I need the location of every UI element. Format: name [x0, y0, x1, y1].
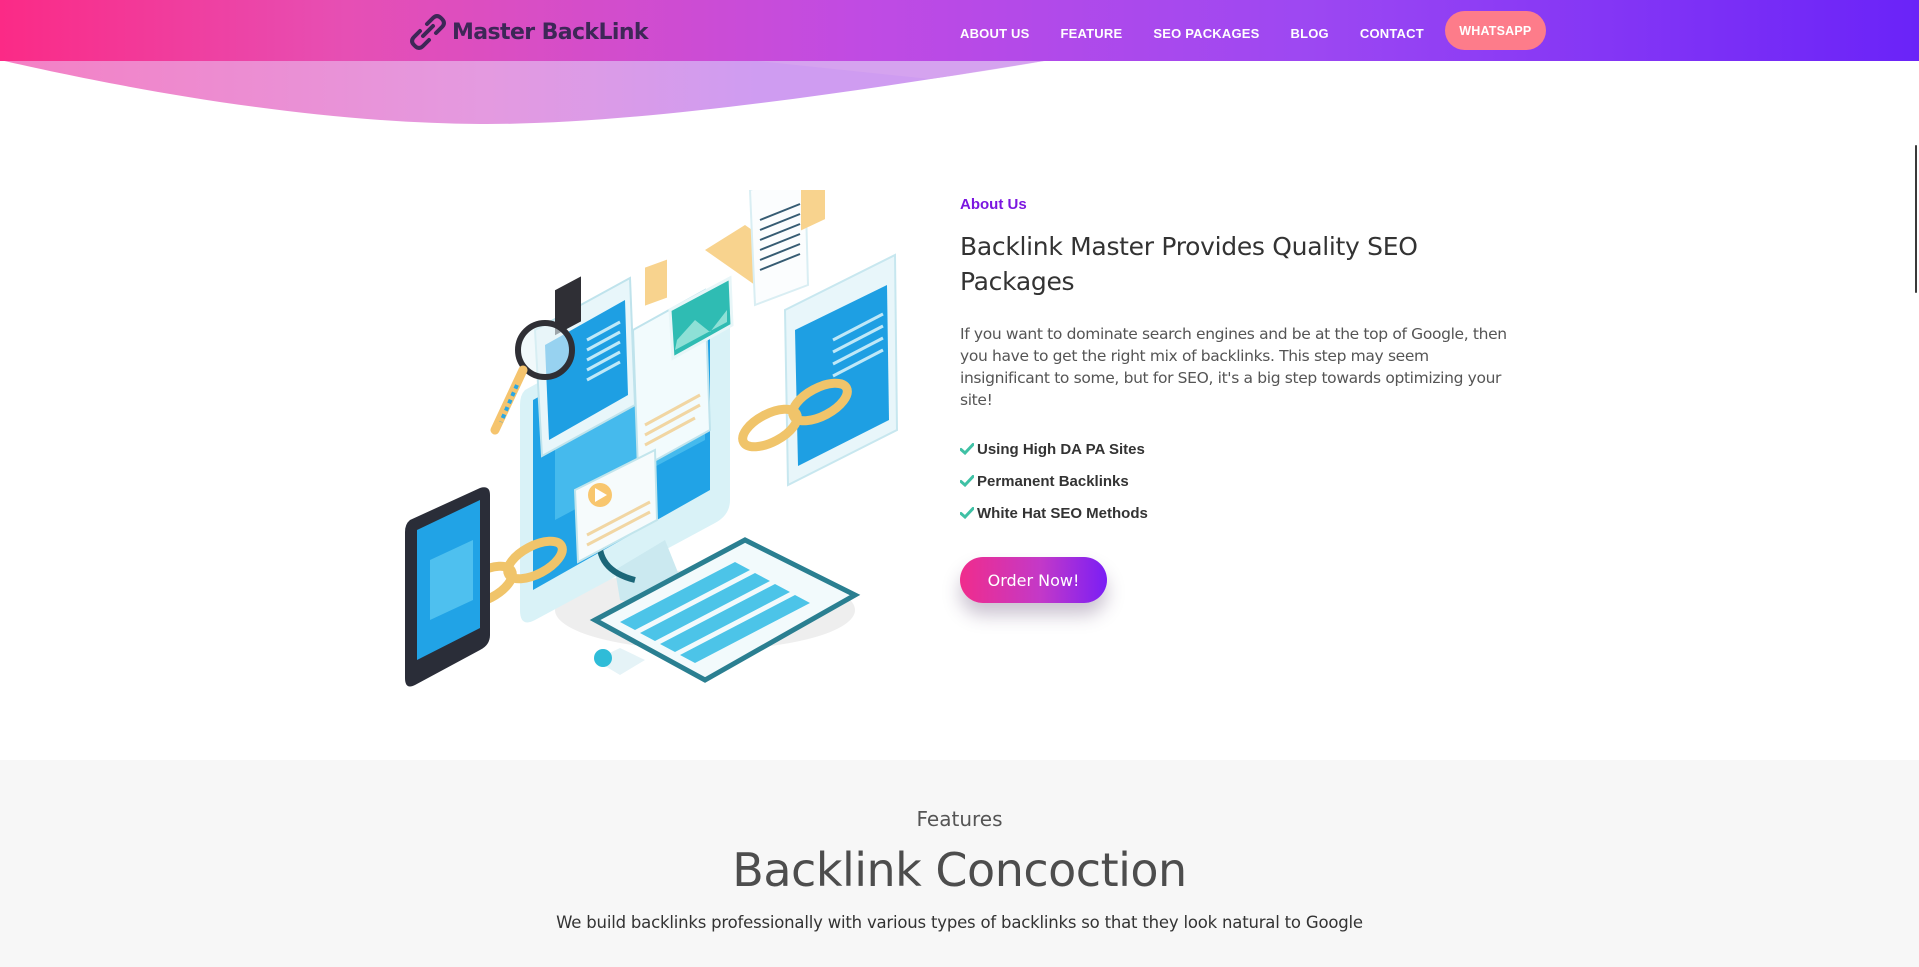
check-icon [960, 507, 974, 519]
features-label: Features [916, 807, 1003, 831]
check-icon [960, 475, 974, 487]
logo-text: Master BackLink [452, 19, 649, 45]
nav-blog[interactable]: BLOG [1291, 26, 1329, 41]
header-wave [0, 55, 1080, 125]
link-chain-icon [410, 14, 446, 50]
backlink-illustration [405, 190, 899, 687]
feature-label: Using High DA PA Sites [977, 440, 1145, 458]
main-nav: ABOUT US FEATURE SEO PACKAGES BLOG CONTA… [960, 0, 1546, 61]
site-header: Master BackLink ABOUT US FEATURE SEO PAC… [0, 0, 1919, 61]
whatsapp-button[interactable]: WHATSAPP [1444, 11, 1546, 50]
list-item: White Hat SEO Methods [960, 497, 1520, 529]
feature-label: Permanent Backlinks [977, 472, 1129, 490]
nav-about-us[interactable]: ABOUT US [960, 26, 1030, 41]
site-logo[interactable]: Master BackLink [408, 14, 649, 50]
list-item: Using High DA PA Sites [960, 433, 1520, 465]
features-section: Features Backlink Concoction We build ba… [0, 760, 1919, 967]
about-feature-list: Using High DA PA Sites Permanent Backlin… [960, 433, 1520, 529]
about-title: Backlink Master Provides Quality SEO Pac… [960, 232, 1418, 296]
nav-feature[interactable]: FEATURE [1061, 26, 1123, 41]
features-title: Backlink Concoction [732, 843, 1187, 897]
feature-label: White Hat SEO Methods [977, 504, 1148, 522]
about-eyebrow: About Us [960, 196, 1027, 213]
features-subtitle: We build backlinks professionally with v… [556, 913, 1363, 932]
order-now-button[interactable]: Order Now! [960, 557, 1107, 603]
check-icon [960, 443, 974, 455]
nav-seo-packages[interactable]: SEO PACKAGES [1153, 26, 1259, 41]
nav-contact[interactable]: CONTACT [1360, 26, 1424, 41]
list-item: Permanent Backlinks [960, 465, 1520, 497]
about-description: If you want to dominate search engines a… [960, 325, 1507, 409]
page-scrollbar[interactable] [1915, 145, 1917, 293]
about-section: About Us Backlink Master Provides Qualit… [960, 196, 1520, 603]
